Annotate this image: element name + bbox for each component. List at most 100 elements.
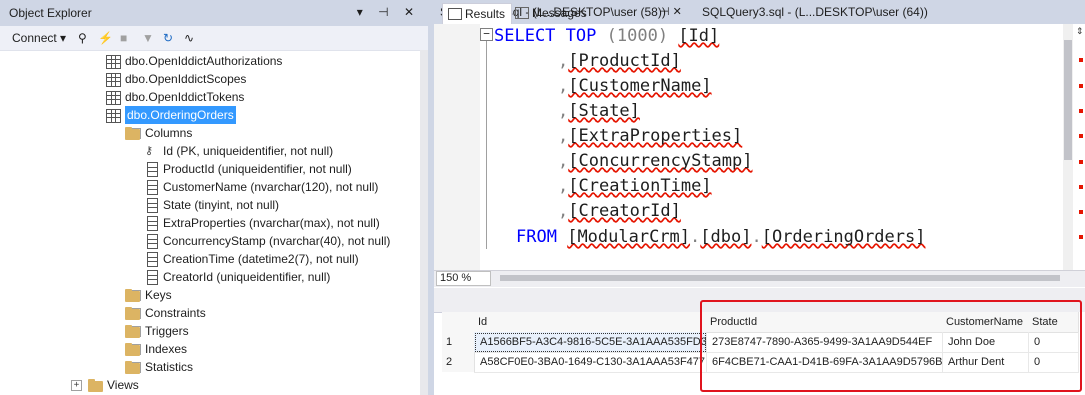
column-icon	[147, 198, 158, 213]
sql-table: [OrderingOrders]	[761, 227, 926, 247]
row-number[interactable]: 2	[442, 352, 475, 372]
editor-gutter	[434, 24, 480, 270]
folder-icon	[88, 379, 103, 392]
column-icon	[147, 270, 158, 285]
sql-database: [ModularCrm]	[567, 227, 691, 247]
grid-corner	[442, 312, 475, 333]
folder-icon	[125, 343, 140, 356]
sql-editor[interactable]: − SELECT TOP (1000) [Id] ,[ProductId] ,[C…	[434, 24, 1085, 270]
grid-icon	[448, 8, 462, 20]
collapse-icon[interactable]: −	[480, 28, 493, 41]
column-icon	[147, 180, 158, 195]
stop-icon[interactable]: ■	[120, 30, 127, 46]
refresh-icon[interactable]: ↻	[163, 30, 173, 46]
tree-node-label: Triggers	[145, 324, 189, 338]
expand-icon[interactable]: +	[71, 380, 82, 391]
column-icon	[147, 162, 158, 177]
error-marker	[1079, 109, 1083, 113]
tree-node-label: CreatorId (uniqueidentifier, null)	[163, 270, 331, 284]
split-icon[interactable]: ⇕	[1076, 26, 1084, 37]
error-marker	[1079, 210, 1083, 214]
sql-column: [State]	[568, 101, 640, 121]
sql-keyword-select: SELECT	[494, 26, 556, 46]
tree-node-label: dbo.OpenIddictTokens	[125, 90, 245, 104]
folder-icon	[125, 325, 140, 338]
object-explorer-scrollbar[interactable]	[420, 50, 428, 395]
error-marker	[1079, 160, 1083, 164]
tree-node-label: Columns	[145, 126, 193, 140]
highlight-annotation-box	[700, 300, 1082, 392]
error-marker	[1079, 185, 1083, 189]
sql-column: [Id]	[678, 26, 720, 46]
tree-node-label: Statistics	[145, 360, 194, 374]
table-icon	[106, 55, 121, 69]
sql-line-from: FROM [ModularCrm].[dbo].[OrderingOrders]	[516, 227, 926, 247]
zoom-select[interactable]: 150 %	[436, 271, 491, 286]
folder-icon	[125, 289, 140, 302]
column-icon	[147, 234, 158, 249]
sql-keyword-top: TOP	[565, 26, 597, 46]
object-explorer-panel: Object Explorer ▾ ⊣ ✕ Connect ▾ ⚲ ⚡ ■ ▼ …	[0, 0, 428, 395]
tree-node-label: ProductId (uniqueidentifier, not null)	[163, 162, 352, 176]
object-explorer-titlebar: Object Explorer ▾ ⊣ ✕	[0, 0, 428, 26]
sql-column: [ExtraProperties]	[568, 126, 743, 146]
tree-node-label: State (tinyint, not null)	[163, 198, 280, 212]
table-icon	[106, 73, 121, 87]
tree-node-label: dbo.OpenIddictScopes	[125, 72, 247, 86]
tree-node-label: ConcurrencyStamp (nvarchar(40), not null…	[163, 234, 391, 248]
grid-cell[interactable]: A1566BF5-A3C4-9816-5C5E-3A1AAA535FD3	[474, 332, 707, 353]
editor-scroll-thumb[interactable]	[1064, 40, 1072, 160]
object-explorer-title: Object Explorer	[9, 6, 92, 20]
tree-node-label: Id (PK, uniqueidentifier, not null)	[163, 144, 334, 158]
sql-column: [CreationTime]	[568, 176, 712, 196]
sql-top-count: (1000)	[606, 26, 669, 46]
tab-messages[interactable]: Messages	[510, 3, 593, 23]
connect-button[interactable]: Connect ▾	[12, 30, 66, 46]
sql-column: [CreatorId]	[568, 201, 681, 221]
grid-cell[interactable]: A58CF0E0-3BA0-1649-C130-3A1AAA53F477	[474, 352, 707, 373]
sql-line-column: ,[ExtraProperties]	[558, 126, 743, 146]
key-icon: ⚷	[145, 145, 154, 157]
activity-monitor-icon[interactable]: ∿	[184, 30, 194, 46]
error-marker	[1079, 84, 1083, 88]
editor-horizontal-scrollbar[interactable]	[500, 275, 1060, 281]
sql-column: [ProductId]	[568, 51, 681, 71]
sql-column: [ConcurrencyStamp]	[568, 151, 753, 171]
tab-label: SQLQuery3.sql - (L...DESKTOP\user (64))	[702, 5, 928, 19]
filter-icon[interactable]: ▼	[142, 30, 154, 46]
tab-results[interactable]: Results	[442, 3, 513, 24]
panel-window-buttons[interactable]: ▾ ⊣ ✕	[357, 5, 420, 19]
tree-node-label: Keys	[145, 288, 172, 302]
sql-line-column: ,[CreatorId]	[558, 201, 681, 221]
tab-sqlquery3[interactable]: SQLQuery3.sql - (L...DESKTOP\user (64))	[696, 0, 932, 24]
fold-guide	[486, 41, 487, 249]
table-icon	[106, 109, 121, 123]
tab-messages-label: Messages	[532, 6, 587, 20]
connect-plug-icon[interactable]: ⚲	[78, 30, 87, 46]
error-marker	[1079, 235, 1083, 239]
sql-keyword-from: FROM	[516, 227, 557, 247]
column-icon	[147, 252, 158, 267]
error-marker	[1079, 134, 1083, 138]
sql-line-column: ,[ConcurrencyStamp]	[558, 151, 753, 171]
sql-line-column: ,[State]	[558, 101, 640, 121]
tree-node-label: Views	[107, 378, 139, 392]
tree-node-label: Constraints	[145, 306, 206, 320]
folder-icon	[125, 127, 140, 140]
sql-schema: [dbo]	[700, 227, 752, 247]
object-explorer-tree: +dbo.OpenIddictAuthorizations+dbo.OpenId…	[0, 50, 420, 395]
table-icon	[106, 91, 121, 105]
sql-line-column: ,[CustomerName]	[558, 76, 712, 96]
sql-line-select: SELECT TOP (1000) [Id]	[494, 24, 719, 49]
column-icon	[147, 216, 158, 231]
tree-node-label: Indexes	[145, 342, 188, 356]
object-explorer-toolbar: Connect ▾ ⚲ ⚡ ■ ▼ ↻ ∿	[0, 26, 428, 51]
sql-column: [CustomerName]	[568, 76, 712, 96]
pin-close-icons[interactable]: ⊣ ✕	[660, 0, 682, 24]
row-number[interactable]: 1	[442, 332, 475, 352]
disconnect-icon[interactable]: ⚡	[98, 30, 113, 46]
column-header[interactable]: Id	[474, 312, 707, 333]
folder-icon	[125, 307, 140, 320]
sql-line-column: ,[ProductId]	[558, 51, 681, 71]
tree-node-label: CreationTime (datetime2(7), not null)	[163, 252, 359, 266]
